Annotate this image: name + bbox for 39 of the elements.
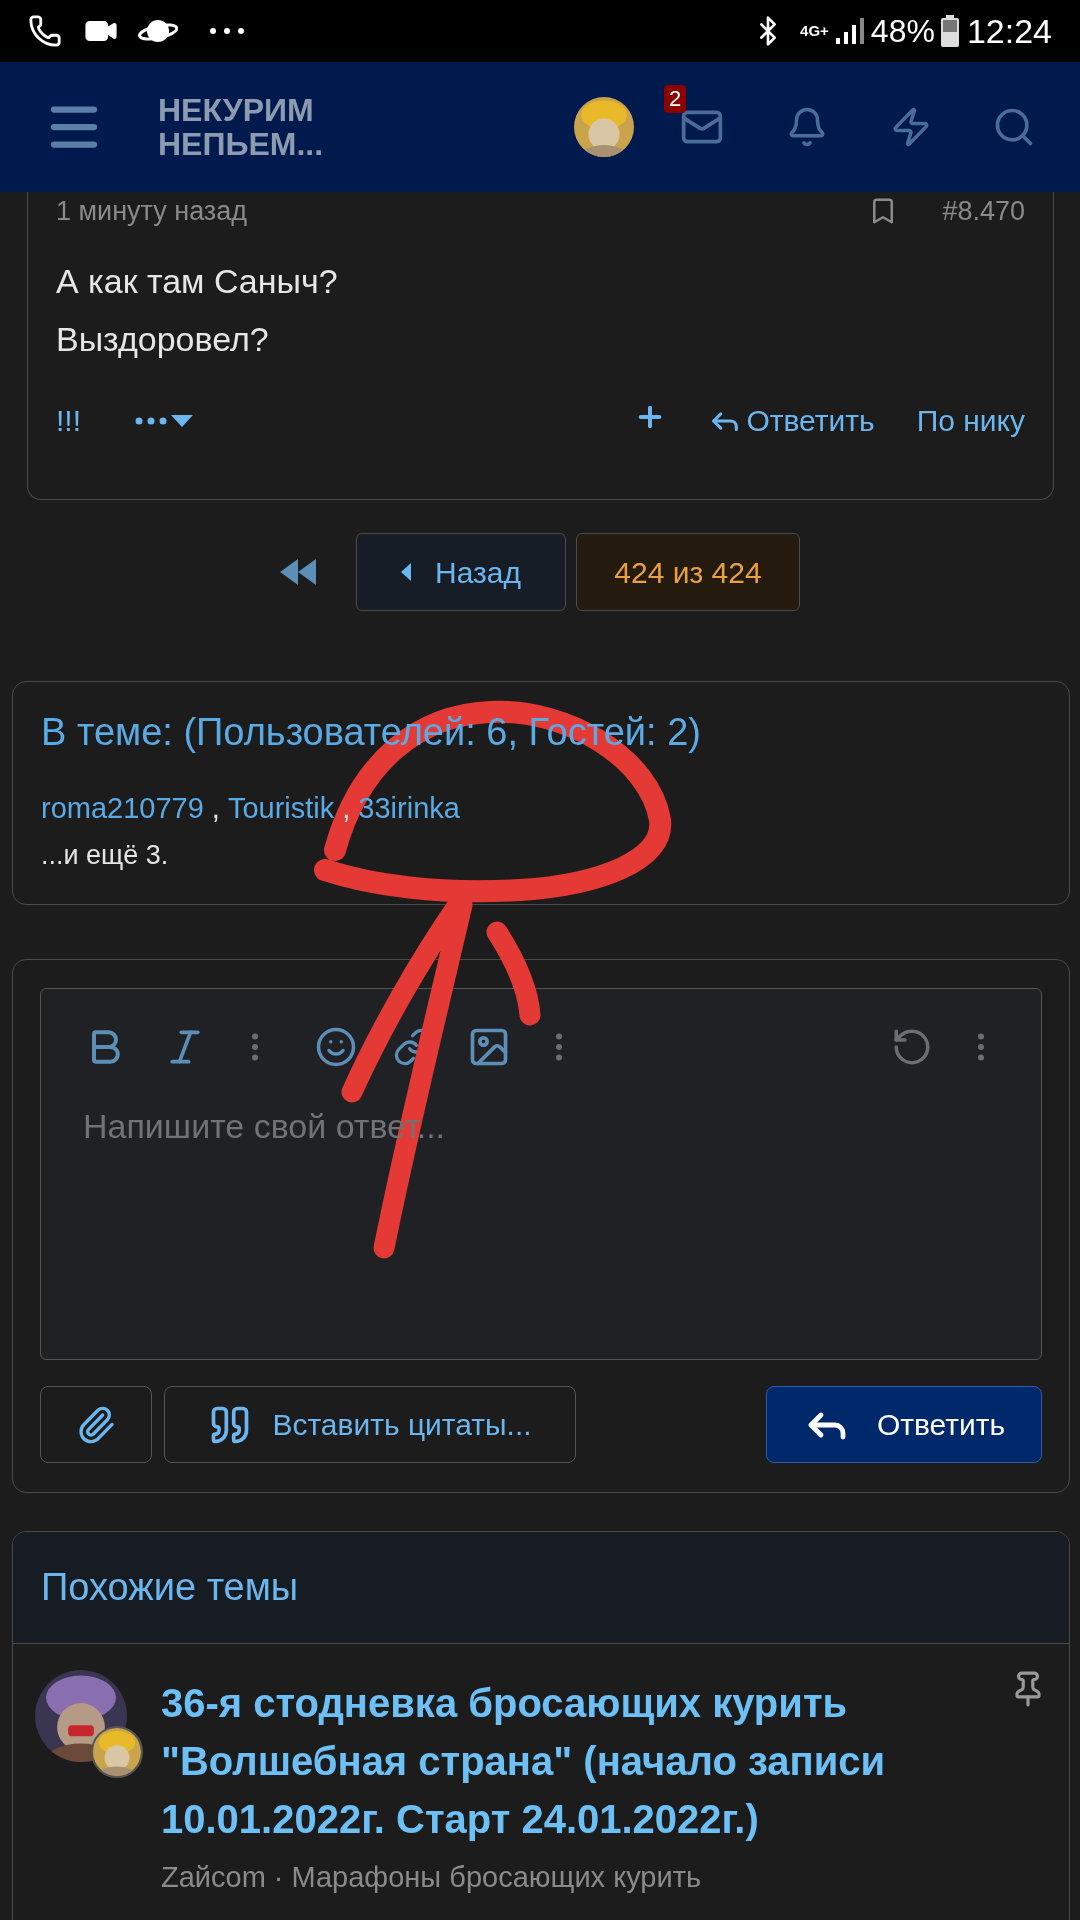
separator: · bbox=[273, 1860, 284, 1895]
first-page-icon[interactable] bbox=[280, 559, 316, 585]
paperclip-icon bbox=[76, 1404, 116, 1445]
battery-percent: 48% bbox=[870, 12, 935, 51]
post-action-link[interactable]: По нику bbox=[916, 398, 1025, 443]
site-logo-text: НЕПЬЕМ... bbox=[158, 127, 324, 161]
site-logo-text: НЕКУРИМ bbox=[158, 93, 315, 127]
insert-quotes-button[interactable]: Вставить цитаты... bbox=[164, 1386, 576, 1463]
clock: 12:24 bbox=[966, 10, 1052, 52]
unread-badge: 2 bbox=[664, 85, 687, 113]
post-number: #8.470 bbox=[942, 194, 1025, 228]
more-icon bbox=[210, 28, 244, 34]
caret-icon bbox=[171, 414, 193, 427]
separator: , bbox=[342, 791, 351, 826]
post-text-line: А как там Саныч? bbox=[56, 261, 339, 302]
post-time: 1 минуту назад bbox=[56, 194, 248, 228]
thread-title-link[interactable]: 36-я стодневка бросающих курить "Волшебная страна" (начало записи 10.01.2022г. Старт 24.01.2022г.) bbox=[161, 1674, 999, 1848]
battery-icon bbox=[940, 15, 959, 47]
attach-button[interactable] bbox=[40, 1386, 152, 1463]
caret-left-icon bbox=[401, 563, 411, 581]
previous-page-button[interactable]: Назад bbox=[356, 533, 566, 611]
more-icon bbox=[135, 416, 167, 425]
user-link[interactable]: roma210779 bbox=[41, 787, 204, 831]
thread-author: Zaйcom bbox=[161, 1860, 266, 1895]
more-users-text: ...и ещё 3. bbox=[41, 838, 170, 872]
page-button[interactable]: 424 из 424 bbox=[576, 533, 800, 611]
post-text-line: Выздоровел? bbox=[56, 319, 270, 360]
user-link[interactable]: Touristik bbox=[227, 787, 335, 831]
reply-link[interactable]: Ответить bbox=[708, 398, 875, 443]
signal-icon bbox=[834, 16, 865, 46]
submit-reply-button[interactable]: Ответить bbox=[766, 1386, 1042, 1463]
section-title: Похожие темы bbox=[41, 1565, 299, 1610]
network-type: 4G+ bbox=[800, 20, 829, 41]
separator: , bbox=[211, 791, 220, 826]
post-action-link[interactable]: !!! bbox=[56, 398, 81, 443]
more-menu-button[interactable] bbox=[135, 414, 193, 427]
chat-app-icon bbox=[28, 14, 62, 48]
emoji-icon[interactable] bbox=[315, 1026, 357, 1068]
thread-forum: Марафоны бросающих курить bbox=[291, 1860, 702, 1895]
